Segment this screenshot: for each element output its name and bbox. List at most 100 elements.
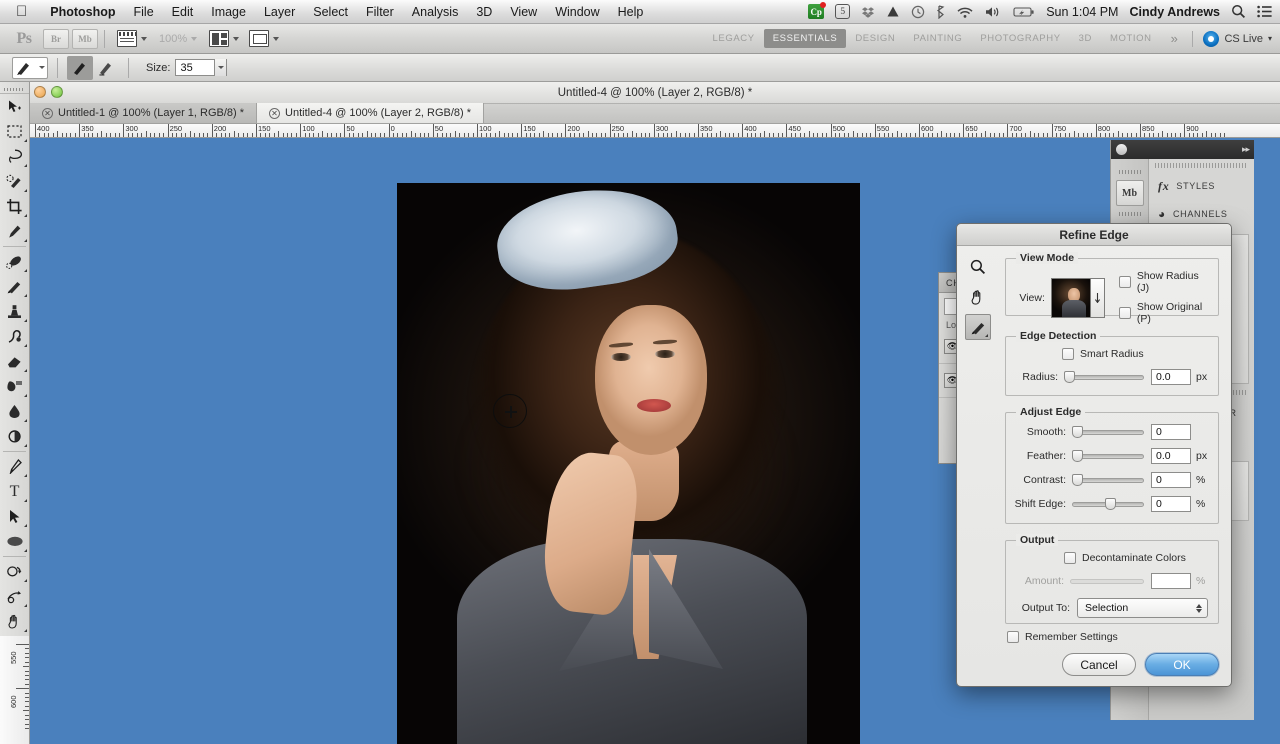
- zoom-level-display[interactable]: 100%: [159, 33, 198, 45]
- rectangular-marquee-tool[interactable]: [0, 119, 29, 144]
- slider-knob[interactable]: [1072, 474, 1083, 486]
- view-extras-button[interactable]: [117, 30, 147, 47]
- document-tab-untitled-1[interactable]: ✕ Untitled-1 @ 100% (Layer 1, RGB/8) *: [0, 103, 258, 123]
- ellipse-shape-tool[interactable]: [0, 529, 29, 554]
- 3d-camera-rotate-tool[interactable]: [0, 584, 29, 609]
- show-radius-checkbox-row[interactable]: Show Radius (J): [1118, 270, 1210, 294]
- workspace-motion[interactable]: MOTION: [1101, 29, 1161, 48]
- decontaminate-colors-checkbox[interactable]: [1064, 552, 1076, 564]
- smooth-input[interactable]: 0: [1151, 424, 1191, 440]
- 3d-object-rotate-tool[interactable]: [0, 559, 29, 584]
- workspace-photography[interactable]: PHOTOGRAPHY: [971, 29, 1069, 48]
- dodge-tool[interactable]: [0, 424, 29, 449]
- menu-view[interactable]: View: [501, 5, 546, 19]
- menu-file[interactable]: File: [125, 5, 163, 19]
- menu-3d[interactable]: 3D: [467, 5, 501, 19]
- move-tool[interactable]: [0, 94, 29, 119]
- window-close-button[interactable]: [34, 86, 46, 98]
- menu-window[interactable]: Window: [546, 5, 608, 19]
- brush-size-input[interactable]: 35: [175, 59, 228, 76]
- vertical-ruler[interactable]: 550 600: [0, 636, 30, 744]
- remember-settings-row[interactable]: Remember Settings: [957, 631, 1231, 643]
- workspace-essentials[interactable]: ESSENTIALS: [763, 29, 847, 48]
- menu-user-name[interactable]: Cindy Andrews: [1129, 5, 1220, 19]
- dock-expand-icon[interactable]: ▸▸: [1242, 144, 1250, 155]
- menu-clock[interactable]: Sun 1:04 PM: [1046, 5, 1118, 19]
- history-brush-tool[interactable]: [0, 324, 29, 349]
- bridge-button[interactable]: Br: [43, 28, 69, 49]
- pen-tool[interactable]: [0, 454, 29, 479]
- type-tool[interactable]: T: [0, 479, 29, 504]
- brush-tool[interactable]: [0, 274, 29, 299]
- show-original-checkbox-row[interactable]: Show Original (P): [1118, 301, 1210, 325]
- apple-icon[interactable]: : [0, 4, 41, 19]
- clone-stamp-tool[interactable]: [0, 299, 29, 324]
- time-machine-icon[interactable]: [911, 5, 925, 19]
- dock-header[interactable]: ▸▸: [1111, 140, 1254, 159]
- refine-brush-add-button[interactable]: [67, 55, 93, 80]
- workspace-painting[interactable]: PAINTING: [904, 29, 971, 48]
- path-selection-tool[interactable]: [0, 504, 29, 529]
- show-original-checkbox[interactable]: [1118, 307, 1131, 319]
- brush-size-stepper[interactable]: [214, 59, 227, 76]
- close-icon[interactable]: ✕: [42, 107, 53, 119]
- dialog-zoom-tool[interactable]: [965, 254, 991, 280]
- mini-bridge-icon[interactable]: Mb: [1115, 180, 1144, 206]
- menu-edit[interactable]: Edit: [163, 5, 203, 19]
- eyedropper-tool[interactable]: [0, 219, 29, 244]
- shift-edge-input[interactable]: 0: [1151, 496, 1191, 512]
- cancel-button[interactable]: Cancel: [1062, 653, 1136, 676]
- dock-collapse-icon[interactable]: [1116, 144, 1127, 155]
- output-to-select[interactable]: Selection: [1077, 598, 1208, 618]
- horizontal-ruler[interactable]: 400 350 300 250 200 150 100 50 0 50 100 150 200 250 30…: [30, 124, 1280, 138]
- shift-edge-slider[interactable]: [1072, 498, 1144, 510]
- contrast-slider[interactable]: [1072, 474, 1144, 486]
- hand-tool[interactable]: [0, 609, 29, 634]
- show-radius-checkbox[interactable]: [1118, 276, 1131, 288]
- slider-knob[interactable]: [1072, 450, 1083, 462]
- volume-icon[interactable]: [985, 5, 1002, 19]
- arrange-documents-button[interactable]: [209, 30, 240, 47]
- workspace-design[interactable]: DESIGN: [846, 29, 904, 48]
- radius-input[interactable]: 0.0: [1151, 369, 1191, 385]
- menu-help[interactable]: Help: [609, 5, 653, 19]
- refine-radius-brush-tool-preset[interactable]: [12, 56, 48, 79]
- more-workspaces-icon[interactable]: »: [1161, 31, 1189, 46]
- blur-tool[interactable]: [0, 399, 29, 424]
- cs-live-button[interactable]: CS Live ▾: [1192, 30, 1280, 47]
- smooth-slider[interactable]: [1072, 426, 1144, 438]
- gradient-tool[interactable]: [0, 374, 29, 399]
- dropbox-icon[interactable]: [861, 5, 875, 19]
- dock-drag-handle[interactable]: [1118, 212, 1141, 216]
- palette-drag-handle[interactable]: [0, 84, 29, 94]
- menu-select[interactable]: Select: [304, 5, 357, 19]
- menu-analysis[interactable]: Analysis: [403, 5, 468, 19]
- refine-edge-dialog[interactable]: Refine Edge View Mode View: Show Radius …: [956, 223, 1232, 687]
- google-drive-icon[interactable]: [886, 5, 900, 19]
- dialog-refine-radius-brush-tool[interactable]: [965, 314, 991, 340]
- spot-healing-brush-tool[interactable]: [0, 249, 29, 274]
- quick-selection-tool[interactable]: [0, 169, 29, 194]
- refine-brush-erase-button[interactable]: [93, 56, 119, 80]
- contrast-input[interactable]: 0: [1151, 472, 1191, 488]
- dock-drag-handle[interactable]: [1118, 170, 1141, 174]
- view-mode-popup-button[interactable]: [1091, 277, 1105, 318]
- window-zoom-button[interactable]: [51, 86, 63, 98]
- close-icon[interactable]: ✕: [269, 107, 281, 119]
- menu-layer[interactable]: Layer: [255, 5, 304, 19]
- portrait-photo[interactable]: [397, 183, 860, 744]
- crop-tool[interactable]: [0, 194, 29, 219]
- list-icon[interactable]: [1257, 5, 1272, 18]
- document-tab-untitled-4[interactable]: ✕ Untitled-4 @ 100% (Layer 2, RGB/8) *: [257, 103, 485, 123]
- lasso-tool[interactable]: [0, 144, 29, 169]
- menu-filter[interactable]: Filter: [357, 5, 403, 19]
- view-mode-thumbnail[interactable]: [1050, 277, 1092, 318]
- mini-bridge-button[interactable]: Mb: [72, 28, 98, 49]
- ok-button[interactable]: OK: [1145, 653, 1219, 676]
- radius-slider[interactable]: [1064, 371, 1144, 383]
- document-title-bar[interactable]: Untitled-4 @ 100% (Layer 2, RGB/8) *: [30, 82, 1280, 104]
- wifi-icon[interactable]: [956, 5, 974, 19]
- feather-input[interactable]: 0.0: [1151, 448, 1191, 464]
- dock-tab-styles[interactable]: fx STYLES: [1149, 172, 1254, 200]
- slider-knob[interactable]: [1064, 371, 1075, 383]
